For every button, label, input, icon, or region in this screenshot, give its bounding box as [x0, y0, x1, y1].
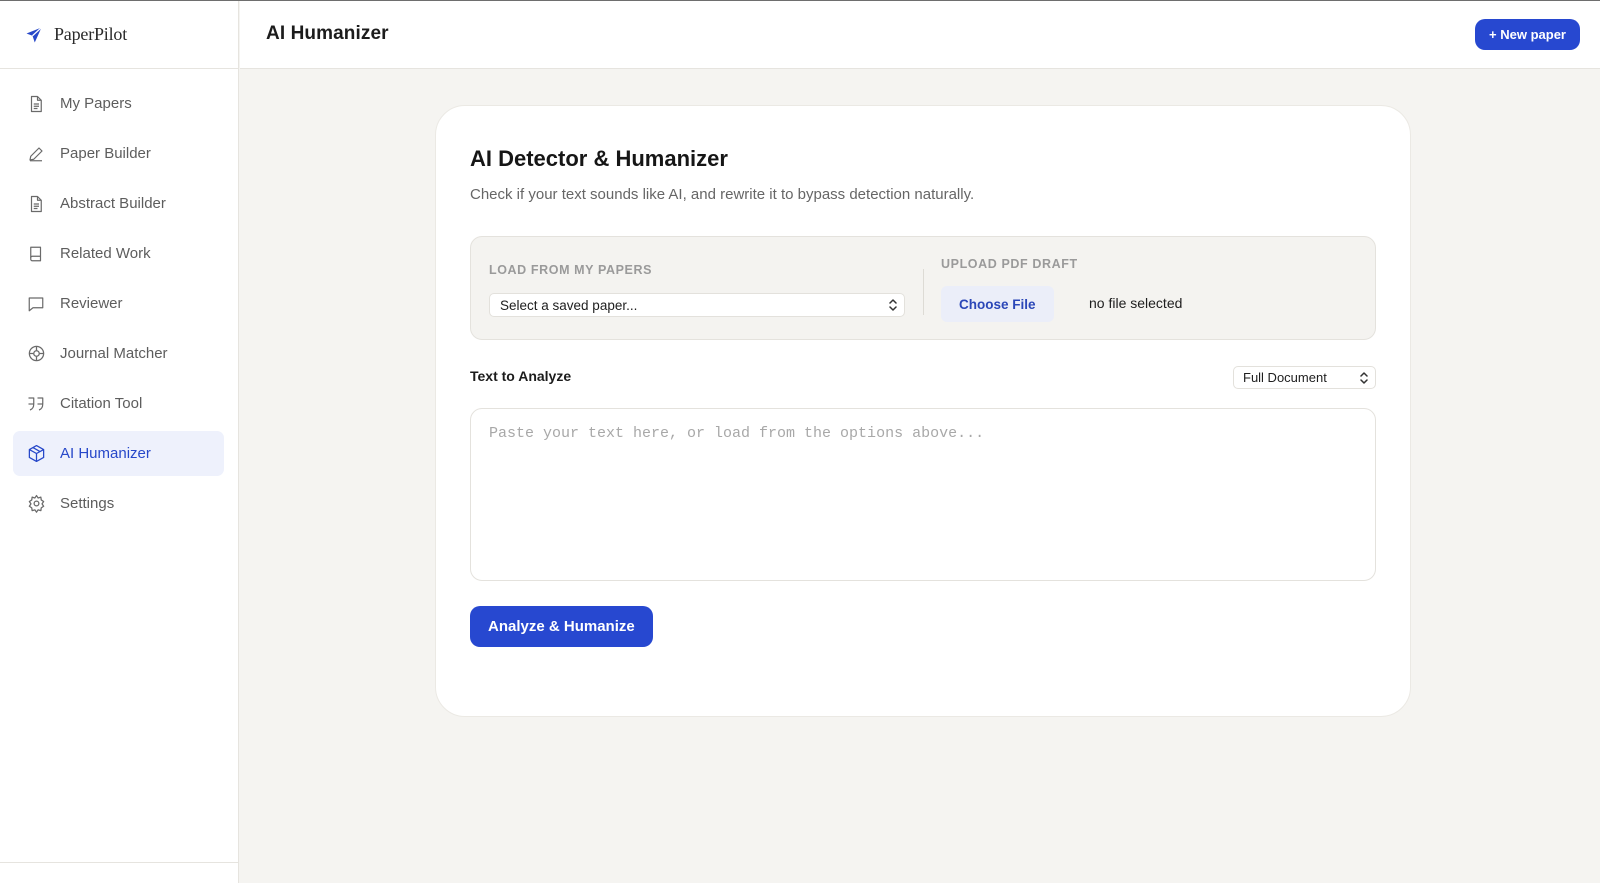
source-divider — [923, 269, 924, 315]
top-header: AI Humanizer + New paper — [240, 1, 1600, 69]
sidebar-item-label: My Papers — [60, 95, 132, 112]
card-subtitle: Check if your text sounds like AI, and r… — [470, 186, 975, 203]
sidebar-nav: My Papers Paper Builder Abstract Builder… — [0, 69, 238, 526]
saved-paper-select[interactable]: Select a saved paper... — [489, 293, 905, 317]
page-title: AI Humanizer — [266, 23, 389, 44]
text-input[interactable] — [470, 408, 1376, 581]
new-paper-button[interactable]: + New paper — [1475, 19, 1580, 50]
gear-icon — [26, 494, 46, 514]
sidebar-item-label: AI Humanizer — [60, 445, 151, 462]
sidebar-item-label: Abstract Builder — [60, 195, 166, 212]
paper-plane-icon — [25, 26, 43, 44]
source-panel: LOAD FROM MY PAPERS Select a saved paper… — [470, 236, 1376, 340]
pencil-icon — [26, 144, 46, 164]
sidebar-item-label: Settings — [60, 495, 115, 512]
sidebar-item-label: Journal Matcher — [60, 345, 168, 362]
choose-file-button[interactable]: Choose File — [941, 286, 1054, 322]
load-from-papers-label: LOAD FROM MY PAPERS — [489, 263, 653, 277]
analyze-humanize-button[interactable]: Analyze & Humanize — [470, 606, 653, 647]
document-icon — [26, 94, 46, 114]
document-icon — [26, 194, 46, 214]
scope-select-value: Full Document — [1243, 370, 1327, 385]
target-icon — [26, 344, 46, 364]
upload-pdf-label: UPLOAD PDF DRAFT — [941, 257, 1078, 271]
chevron-updown-icon — [888, 298, 898, 315]
cube-icon — [26, 444, 46, 464]
quote-icon — [26, 394, 46, 414]
chevron-updown-icon — [1359, 371, 1369, 388]
sidebar-item-label: Related Work — [60, 245, 151, 262]
brand-name: PaperPilot — [54, 24, 127, 44]
sidebar-item-ai-humanizer[interactable]: AI Humanizer — [13, 431, 224, 476]
sidebar-footer-divider — [0, 862, 238, 863]
file-status: no file selected — [1089, 295, 1183, 311]
sidebar-item-label: Citation Tool — [60, 395, 143, 412]
brand[interactable]: PaperPilot — [0, 1, 238, 69]
sidebar-item-citation-tool[interactable]: Citation Tool — [13, 381, 224, 426]
card-title: AI Detector & Humanizer — [470, 146, 728, 171]
saved-paper-select-value: Select a saved paper... — [500, 297, 638, 313]
sidebar: PaperPilot My Papers Paper Builder Abstr… — [0, 1, 239, 883]
humanizer-card: AI Detector & Humanizer Check if your te… — [435, 105, 1411, 717]
text-to-analyze-label: Text to Analyze — [470, 368, 572, 384]
sidebar-item-paper-builder[interactable]: Paper Builder — [13, 131, 224, 176]
sidebar-item-abstract-builder[interactable]: Abstract Builder — [13, 181, 224, 226]
scope-select[interactable]: Full Document — [1233, 366, 1376, 389]
chat-bubble-icon — [26, 294, 46, 314]
sidebar-item-reviewer[interactable]: Reviewer — [13, 281, 224, 326]
sidebar-item-related-work[interactable]: Related Work — [13, 231, 224, 276]
sidebar-item-label: Paper Builder — [60, 145, 151, 162]
sidebar-item-settings[interactable]: Settings — [13, 481, 224, 526]
sidebar-item-journal-matcher[interactable]: Journal Matcher — [13, 331, 224, 376]
sidebar-item-my-papers[interactable]: My Papers — [13, 81, 224, 126]
sidebar-item-label: Reviewer — [60, 295, 123, 312]
book-icon — [26, 244, 46, 264]
